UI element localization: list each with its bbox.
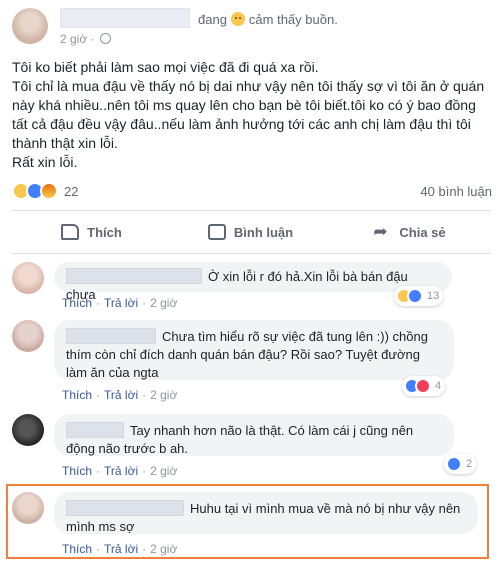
- feeling-status: đang cảm thấy buồn.: [198, 12, 338, 27]
- share-icon: [373, 222, 391, 242]
- like-button[interactable]: Thích: [12, 211, 171, 253]
- comment-actions: Thích · Trả lời · 2 giờ: [62, 388, 178, 402]
- comment-actions: Thích · Trả lời · 2 giờ: [62, 464, 178, 478]
- comment-reactions[interactable]: 4: [402, 376, 446, 396]
- comment-reaction-count: 2: [466, 458, 473, 470]
- comment-like-link[interactable]: Thích: [62, 296, 92, 310]
- comment-reactions[interactable]: 13: [394, 286, 444, 306]
- post-line: Tôi ko biết phải làm sao mọi việc đã đi …: [12, 59, 319, 75]
- comment-label: Bình luận: [233, 224, 294, 240]
- commenter-name-redacted[interactable]: [66, 422, 124, 438]
- comment-actions: Thích · Trả lời · 2 giờ: [62, 542, 178, 556]
- comment-reply-link[interactable]: Trả lời: [104, 542, 138, 556]
- comment-time[interactable]: 2 giờ: [150, 542, 177, 556]
- comment-reaction-count: 4: [435, 380, 442, 392]
- commenter-name-redacted[interactable]: [66, 268, 202, 284]
- comment-like-link[interactable]: Thích: [62, 464, 92, 478]
- comment-bubble: Tay nhanh hơn não là thật. Có làm cái j …: [54, 414, 454, 456]
- comment-time[interactable]: 2 giờ: [150, 388, 177, 402]
- post-header: đang cảm thấy buồn. 2 giờ ·: [12, 6, 492, 50]
- angry-icon: [40, 182, 58, 200]
- comment-actions: Thích · Trả lời · 2 giờ: [62, 296, 178, 310]
- comment-reaction-count: 13: [427, 290, 440, 302]
- feeling-prefix: đang: [198, 12, 227, 27]
- sad-face-icon: [230, 12, 245, 26]
- comment-reply-link[interactable]: Trả lời: [104, 464, 138, 478]
- post-author-name-redacted[interactable]: [60, 8, 190, 28]
- commenter-name-redacted[interactable]: [66, 328, 156, 344]
- post-body: Tôi ko biết phải làm sao mọi việc đã đi …: [12, 58, 492, 172]
- commenter-avatar[interactable]: [12, 262, 44, 294]
- comment-time[interactable]: 2 giờ: [150, 296, 177, 310]
- commenter-avatar[interactable]: [12, 414, 44, 446]
- comment-like-link[interactable]: Thích: [62, 388, 92, 402]
- post-time-text: 2 giờ ·: [60, 32, 95, 46]
- share-button[interactable]: Chia sẻ: [330, 211, 489, 253]
- comment-bubble: Ờ xin lỗi r đó hả.Xin lỗi bà bán đậu chư…: [54, 262, 452, 302]
- post-line: Rất xin lỗi.: [12, 154, 78, 170]
- comment-button[interactable]: Bình luận: [171, 211, 330, 253]
- like-icon: [407, 288, 423, 304]
- post-timestamp[interactable]: 2 giờ ·: [60, 32, 111, 46]
- commenter-avatar[interactable]: [12, 320, 44, 352]
- like-icon: [446, 456, 462, 472]
- post-line: Tôi chỉ là mua đậu về thấy nó bị dai như…: [12, 78, 485, 151]
- comment-time[interactable]: 2 giờ: [150, 464, 177, 478]
- comment-reply-link[interactable]: Trả lời: [104, 388, 138, 402]
- thumbs-up-icon: [61, 224, 80, 240]
- comment-bubble: Huhu tại vì mình mua về mà nó bị như vậy…: [54, 492, 478, 534]
- feeling-text: cảm thấy buồn.: [248, 12, 338, 27]
- post-author-avatar[interactable]: [12, 8, 48, 44]
- commenter-avatar[interactable]: [12, 492, 44, 524]
- comment-bubble: Chưa tìm hiểu rõ sự việc đã tung lên :))…: [54, 320, 454, 380]
- reactions-summary: 22 40 bình luận: [12, 182, 492, 202]
- comment-reactions[interactable]: 2: [444, 454, 477, 474]
- globe-icon: [99, 33, 111, 44]
- comment-reply-link[interactable]: Trả lời: [104, 296, 138, 310]
- post-action-bar: Thích Bình luận Chia sẻ: [12, 210, 490, 254]
- comment-icon: [207, 224, 226, 240]
- commenter-name-redacted[interactable]: [66, 500, 184, 516]
- comment-like-link[interactable]: Thích: [62, 542, 92, 556]
- love-icon: [415, 378, 431, 394]
- share-label: Chia sẻ: [399, 224, 446, 240]
- like-label: Thích: [87, 224, 122, 240]
- comments-count[interactable]: 40 bình luận: [420, 184, 492, 199]
- reaction-count[interactable]: 22: [64, 184, 78, 199]
